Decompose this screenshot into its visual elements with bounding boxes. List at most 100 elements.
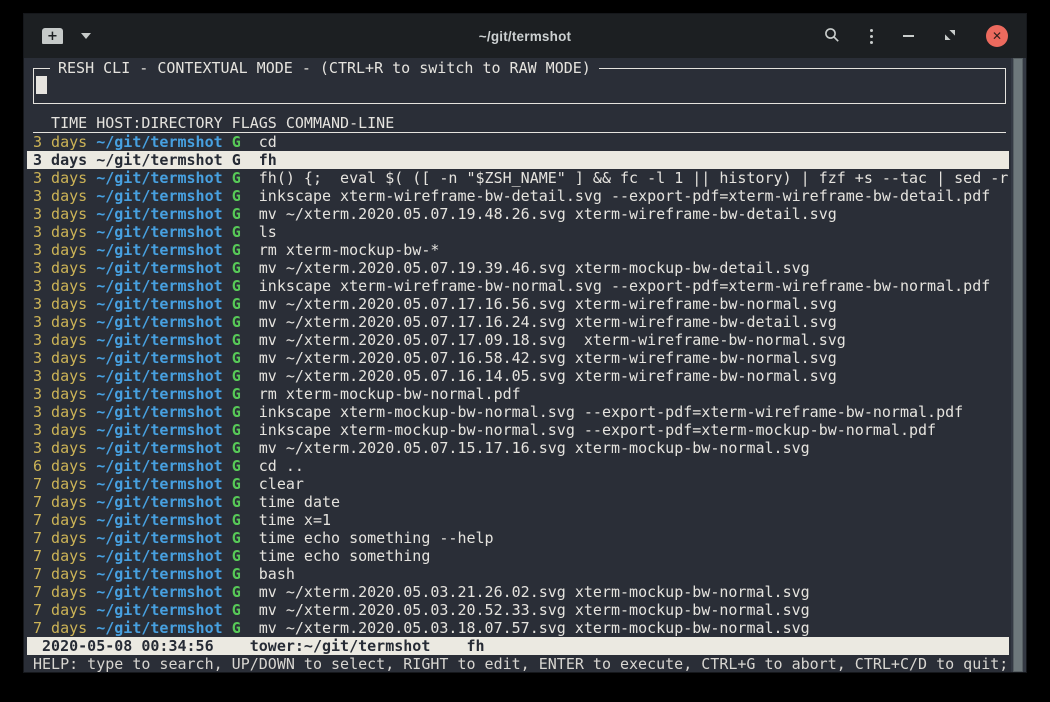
table-row[interactable]: 3 days ~/git/termshot G cd (27, 133, 1009, 151)
flags-cell: G (232, 619, 259, 637)
directory-cell: ~/git/termshot (96, 529, 231, 547)
table-row[interactable]: 3 days ~/git/termshot G rm xterm-mockup-… (27, 385, 1009, 403)
table-row[interactable]: 7 days ~/git/termshot G mv ~/xterm.2020.… (27, 619, 1009, 637)
flags-cell: G (232, 223, 259, 241)
table-row[interactable]: 3 days ~/git/termshot G inkscape xterm-m… (27, 421, 1009, 439)
flags-cell: G (232, 151, 259, 169)
table-row[interactable]: 3 days ~/git/termshot G rm xterm-mockup-… (27, 241, 1009, 259)
directory-cell: ~/git/termshot (96, 331, 231, 349)
table-row[interactable]: 3 days ~/git/termshot G mv ~/xterm.2020.… (27, 205, 1009, 223)
flags-cell: G (232, 421, 259, 439)
scrollbar-thumb[interactable] (1013, 58, 1023, 672)
table-row[interactable]: 3 days ~/git/termshot G mv ~/xterm.2020.… (27, 439, 1009, 457)
time-cell: 7 days (33, 619, 96, 637)
flags-cell: G (232, 493, 259, 511)
command-cell: rm xterm-mockup-bw-* (259, 241, 440, 259)
search-panel[interactable]: RESH CLI - CONTEXTUAL MODE - (CTRL+R to … (33, 68, 1006, 104)
command-cell: cd .. (259, 457, 304, 475)
directory-cell: ~/git/termshot (96, 169, 231, 187)
new-tab-button[interactable]: + (38, 24, 67, 48)
table-row-selected[interactable]: 3 days ~/git/termshot G fh (27, 151, 1009, 169)
flags-cell: G (232, 205, 259, 223)
help-bar: HELP: type to search, UP/DOWN to select,… (27, 655, 1026, 672)
minimize-icon (903, 35, 914, 37)
table-row[interactable]: 7 days ~/git/termshot G mv ~/xterm.2020.… (27, 601, 1009, 619)
command-cell: inkscape xterm-mockup-bw-normal.svg --ex… (259, 403, 963, 421)
time-cell: 3 days (33, 187, 96, 205)
table-row[interactable]: 3 days ~/git/termshot G mv ~/xterm.2020.… (27, 349, 1009, 367)
table-row[interactable]: 3 days ~/git/termshot G inkscape xterm-w… (27, 187, 1009, 205)
table-row[interactable]: 3 days ~/git/termshot G mv ~/xterm.2020.… (27, 331, 1009, 349)
directory-cell: ~/git/termshot (96, 223, 231, 241)
time-cell: 7 days (33, 493, 96, 511)
time-cell: 3 days (33, 349, 96, 367)
titlebar[interactable]: + ~/git/termshot (24, 14, 1026, 58)
flags-cell: G (232, 349, 259, 367)
flags-cell: G (232, 475, 259, 493)
table-row[interactable]: 7 days ~/git/termshot G time x=1 (27, 511, 1009, 529)
time-cell: 3 days (33, 169, 96, 187)
time-cell: 7 days (33, 511, 96, 529)
table-header: TIME HOST:DIRECTORY FLAGS COMMAND-LINE (33, 114, 1006, 133)
time-cell: 7 days (33, 583, 96, 601)
command-cell: time x=1 (259, 511, 331, 529)
flags-cell: G (232, 439, 259, 457)
flags-cell: G (232, 367, 259, 385)
table-row[interactable]: 3 days ~/git/termshot G mv ~/xterm.2020.… (27, 259, 1009, 277)
flags-cell: G (232, 187, 259, 205)
command-cell: fh (259, 151, 277, 169)
command-cell: mv ~/xterm.2020.05.07.16.58.42.svg xterm… (259, 349, 837, 367)
table-row[interactable]: 3 days ~/git/termshot G inkscape xterm-w… (27, 277, 1009, 295)
new-tab-icon: + (42, 28, 63, 44)
table-row[interactable]: 6 days ~/git/termshot G cd .. (27, 457, 1009, 475)
table-row[interactable]: 7 days ~/git/termshot G mv ~/xterm.2020.… (27, 583, 1009, 601)
table-row[interactable]: 7 days ~/git/termshot G clear (27, 475, 1009, 493)
table-row[interactable]: 3 days ~/git/termshot G inkscape xterm-m… (27, 403, 1009, 421)
flags-cell: G (232, 565, 259, 583)
flags-cell: G (232, 133, 259, 151)
command-cell: time date (259, 493, 340, 511)
command-cell: inkscape xterm-mockup-bw-normal.svg --ex… (259, 421, 936, 439)
command-cell: mv ~/xterm.2020.05.07.17.16.24.svg xterm… (259, 313, 837, 331)
flags-cell: G (232, 511, 259, 529)
command-cell: mv ~/xterm.2020.05.07.19.48.26.svg xterm… (259, 205, 837, 223)
time-cell: 3 days (33, 439, 96, 457)
directory-cell: ~/git/termshot (96, 583, 231, 601)
time-cell: 3 days (33, 367, 96, 385)
restore-button[interactable] (940, 25, 960, 48)
time-cell: 7 days (33, 547, 96, 565)
flags-cell: G (232, 385, 259, 403)
titlebar-right-controls: ✕ (820, 14, 1012, 58)
command-cell: clear (259, 475, 304, 493)
time-cell: 3 days (33, 151, 96, 169)
close-button[interactable]: ✕ (982, 21, 1012, 51)
directory-cell: ~/git/termshot (96, 187, 231, 205)
tab-dropdown-button[interactable] (77, 29, 95, 43)
minimize-button[interactable] (899, 31, 918, 41)
scrollbar[interactable] (1011, 58, 1026, 672)
table-row[interactable]: 3 days ~/git/termshot G mv ~/xterm.2020.… (27, 313, 1009, 331)
directory-cell: ~/git/termshot (96, 151, 231, 169)
flags-cell: G (232, 601, 259, 619)
table-row[interactable]: 7 days ~/git/termshot G time echo someth… (27, 547, 1009, 565)
command-cell: time echo something --help (259, 529, 494, 547)
table-row[interactable]: 7 days ~/git/termshot G time date (27, 493, 1009, 511)
table-row[interactable]: 3 days ~/git/termshot G mv ~/xterm.2020.… (27, 367, 1009, 385)
flags-cell: G (232, 529, 259, 547)
table-row[interactable]: 3 days ~/git/termshot G mv ~/xterm.2020.… (27, 295, 1009, 313)
terminal-content: RESH CLI - CONTEXTUAL MODE - (CTRL+R to … (24, 58, 1026, 672)
time-cell: 3 days (33, 385, 96, 403)
search-button[interactable] (820, 23, 844, 50)
table-row[interactable]: 7 days ~/git/termshot G bash (27, 565, 1009, 583)
directory-cell: ~/git/termshot (96, 475, 231, 493)
desktop-background: + ~/git/termshot (0, 0, 1050, 702)
table-row[interactable]: 3 days ~/git/termshot G fh() {; eval $( … (27, 169, 1009, 187)
directory-cell: ~/git/termshot (96, 133, 231, 151)
time-cell: 3 days (33, 205, 96, 223)
time-cell: 3 days (33, 295, 96, 313)
table-row[interactable]: 3 days ~/git/termshot G ls (27, 223, 1009, 241)
menu-button[interactable] (866, 25, 877, 48)
directory-cell: ~/git/termshot (96, 295, 231, 313)
time-cell: 7 days (33, 529, 96, 547)
table-row[interactable]: 7 days ~/git/termshot G time echo someth… (27, 529, 1009, 547)
